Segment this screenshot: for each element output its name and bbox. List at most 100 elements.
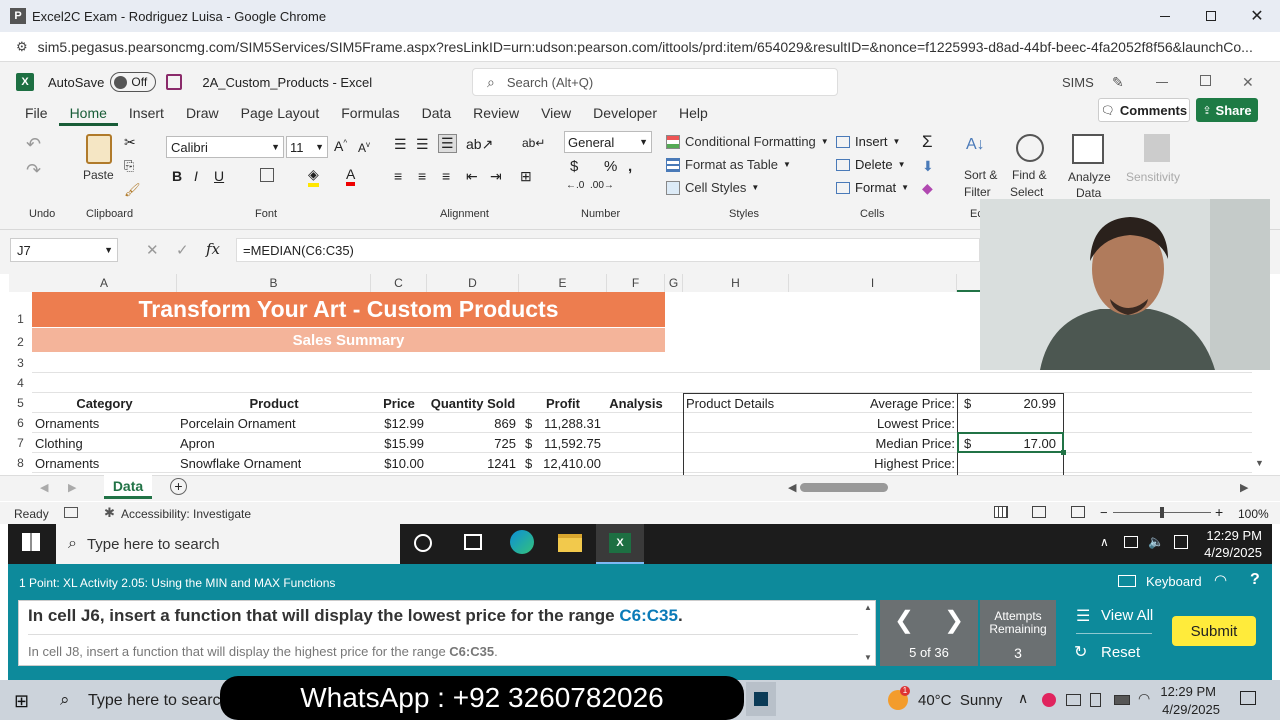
font-size-select[interactable]: 11 ▼ <box>286 136 328 158</box>
font-color-icon[interactable]: A <box>346 166 356 186</box>
sort-filter-label-1[interactable]: Sort & <box>964 168 997 182</box>
align-right-icon[interactable]: ≡ <box>442 168 450 184</box>
maximize-button[interactable] <box>1188 0 1234 32</box>
find-select-label-1[interactable]: Find & <box>1012 168 1047 182</box>
enter-icon[interactable]: ✓ <box>176 241 189 259</box>
save-icon[interactable] <box>166 74 183 90</box>
tab-draw[interactable]: Draw <box>175 100 230 126</box>
cell-e8[interactable]: 12,410.00 <box>519 456 601 471</box>
col-header-i[interactable]: I <box>789 274 957 292</box>
bold-icon[interactable]: B <box>172 168 182 184</box>
sheet-tab-data[interactable]: Data <box>104 475 152 499</box>
cell-e7[interactable]: 11,592.75 <box>519 436 601 451</box>
font-name-select[interactable]: Calibri ▼ <box>166 136 284 158</box>
tab-view[interactable]: View <box>530 100 582 126</box>
percent-icon[interactable]: % <box>604 158 617 175</box>
copy-icon[interactable]: ⎘ <box>124 158 134 174</box>
fill-handle[interactable] <box>1061 450 1066 455</box>
product-details-label[interactable]: Product Details <box>686 396 774 411</box>
pen-icon[interactable]: ✎ <box>1112 74 1124 91</box>
accessibility-status[interactable]: Accessibility: Investigate <box>121 507 251 521</box>
address-bar[interactable]: ⚙ sim5.pegasus.pearsoncmg.com/SIM5Servic… <box>0 32 1280 62</box>
zoom-out-icon[interactable]: − <box>1100 505 1108 520</box>
header-price[interactable]: Price <box>371 396 427 411</box>
italic-icon[interactable]: I <box>194 168 198 184</box>
tab-developer[interactable]: Developer <box>582 100 668 126</box>
cell-d8[interactable]: 1241 <box>427 456 516 471</box>
cell-c8[interactable]: $10.00 <box>371 456 424 471</box>
notification-icon[interactable] <box>1174 535 1188 549</box>
taskbar-search-text[interactable]: Type here to search <box>88 692 229 710</box>
col-header-a[interactable]: A <box>32 274 177 292</box>
increase-indent-icon[interactable]: ⇥ <box>490 168 502 185</box>
row-header-1[interactable]: 1 <box>9 312 32 326</box>
stat-label-average[interactable]: Average Price: <box>789 396 955 411</box>
col-header-c[interactable]: C <box>371 274 427 292</box>
row-header-6[interactable]: 6 <box>9 416 32 430</box>
cell-a8[interactable]: Ornaments <box>35 456 99 471</box>
align-left-icon[interactable]: ≡ <box>394 168 402 184</box>
prev-question-icon[interactable]: ❮ <box>894 606 914 635</box>
conditional-formatting-button[interactable]: Conditional Formatting ▼ <box>666 134 829 149</box>
cell-b7[interactable]: Apron <box>180 436 215 451</box>
search-box[interactable]: ⌕ Search (Alt+Q) <box>472 68 838 96</box>
sheet-subtitle[interactable]: Sales Summary <box>32 328 665 352</box>
col-header-b[interactable]: B <box>177 274 371 292</box>
inner-search-box[interactable]: ⌕ Type here to search <box>56 524 400 564</box>
taskbar-search-icon[interactable]: ⌕ <box>60 690 70 710</box>
tab-file[interactable]: File <box>14 100 59 126</box>
tab-formulas[interactable]: Formulas <box>330 100 410 126</box>
normal-view-icon[interactable] <box>994 506 1008 518</box>
row-header-7[interactable]: 7 <box>9 436 32 450</box>
wrap-text-icon[interactable]: ab↵ <box>522 136 545 150</box>
clock-date[interactable]: 4/29/2025 <box>1150 702 1220 717</box>
merge-center-icon[interactable]: ⊞ <box>520 168 532 185</box>
borders-icon[interactable] <box>260 168 274 182</box>
inner-excel-taskbar-button[interactable]: X <box>596 524 644 564</box>
redo-icon[interactable]: ↷ <box>26 160 41 181</box>
taskbar-app-button[interactable] <box>746 682 776 716</box>
format-cells-button[interactable]: Format ▼ <box>836 180 909 195</box>
cell-c6[interactable]: $12.99 <box>371 416 424 431</box>
volume-icon[interactable]: 🔈 <box>1148 534 1164 550</box>
tab-home[interactable]: Home <box>58 100 118 126</box>
zoom-in-icon[interactable]: + <box>1215 504 1223 520</box>
excel-minimize-icon[interactable] <box>1156 81 1168 83</box>
header-profit[interactable]: Profit <box>519 396 607 411</box>
page-layout-view-icon[interactable] <box>1032 506 1046 518</box>
underline-icon[interactable]: U <box>214 168 224 184</box>
accessibility-icon[interactable]: ✱ <box>104 505 115 521</box>
undo-icon[interactable]: ↶ <box>26 134 41 155</box>
cortana-icon[interactable] <box>414 534 432 552</box>
comma-icon[interactable]: , <box>628 158 632 175</box>
cell-e6[interactable]: 11,288.31 <box>519 416 601 431</box>
cell-a6[interactable]: Ornaments <box>35 416 99 431</box>
increase-decimal-icon[interactable]: ←.0 <box>566 180 584 191</box>
find-select-icon[interactable] <box>1016 134 1044 162</box>
phone-icon[interactable] <box>1090 693 1101 707</box>
macro-record-icon[interactable] <box>64 507 78 518</box>
decrease-font-icon[interactable]: Av <box>358 140 370 155</box>
view-all-icon[interactable]: ☰ <box>1076 606 1090 626</box>
view-all-button[interactable]: View All <box>1101 607 1153 624</box>
zoom-slider-thumb[interactable] <box>1160 507 1164 518</box>
col-header-e[interactable]: E <box>519 274 607 292</box>
wifi-icon[interactable]: ◠ <box>1214 571 1227 589</box>
cell-j5[interactable]: 20.99 <box>960 396 1056 411</box>
url-text[interactable]: sim5.pegasus.pearsoncmg.com/SIM5Services… <box>38 39 1268 55</box>
cancel-icon[interactable]: ✕ <box>146 241 159 259</box>
file-explorer-icon[interactable] <box>558 534 582 552</box>
stat-label-lowest[interactable]: Lowest Price: <box>789 416 955 431</box>
sort-filter-icon[interactable]: A↓ <box>966 136 985 154</box>
col-header-j[interactable] <box>957 274 981 292</box>
cell-c7[interactable]: $15.99 <box>371 436 424 451</box>
fill-color-icon[interactable]: ◈ <box>308 166 319 187</box>
tab-review[interactable]: Review <box>462 100 530 126</box>
excel-close-icon[interactable]: ✕ <box>1242 74 1254 91</box>
select-all-corner[interactable] <box>9 274 32 292</box>
cell-b8[interactable]: Snowflake Ornament <box>180 456 301 471</box>
weather-text[interactable]: 40°C Sunny <box>918 692 1002 709</box>
header-analysis[interactable]: Analysis <box>607 396 665 411</box>
site-settings-icon[interactable]: ⚙ <box>16 39 28 55</box>
instruction-scroll-up-icon[interactable]: ▲ <box>864 603 872 612</box>
